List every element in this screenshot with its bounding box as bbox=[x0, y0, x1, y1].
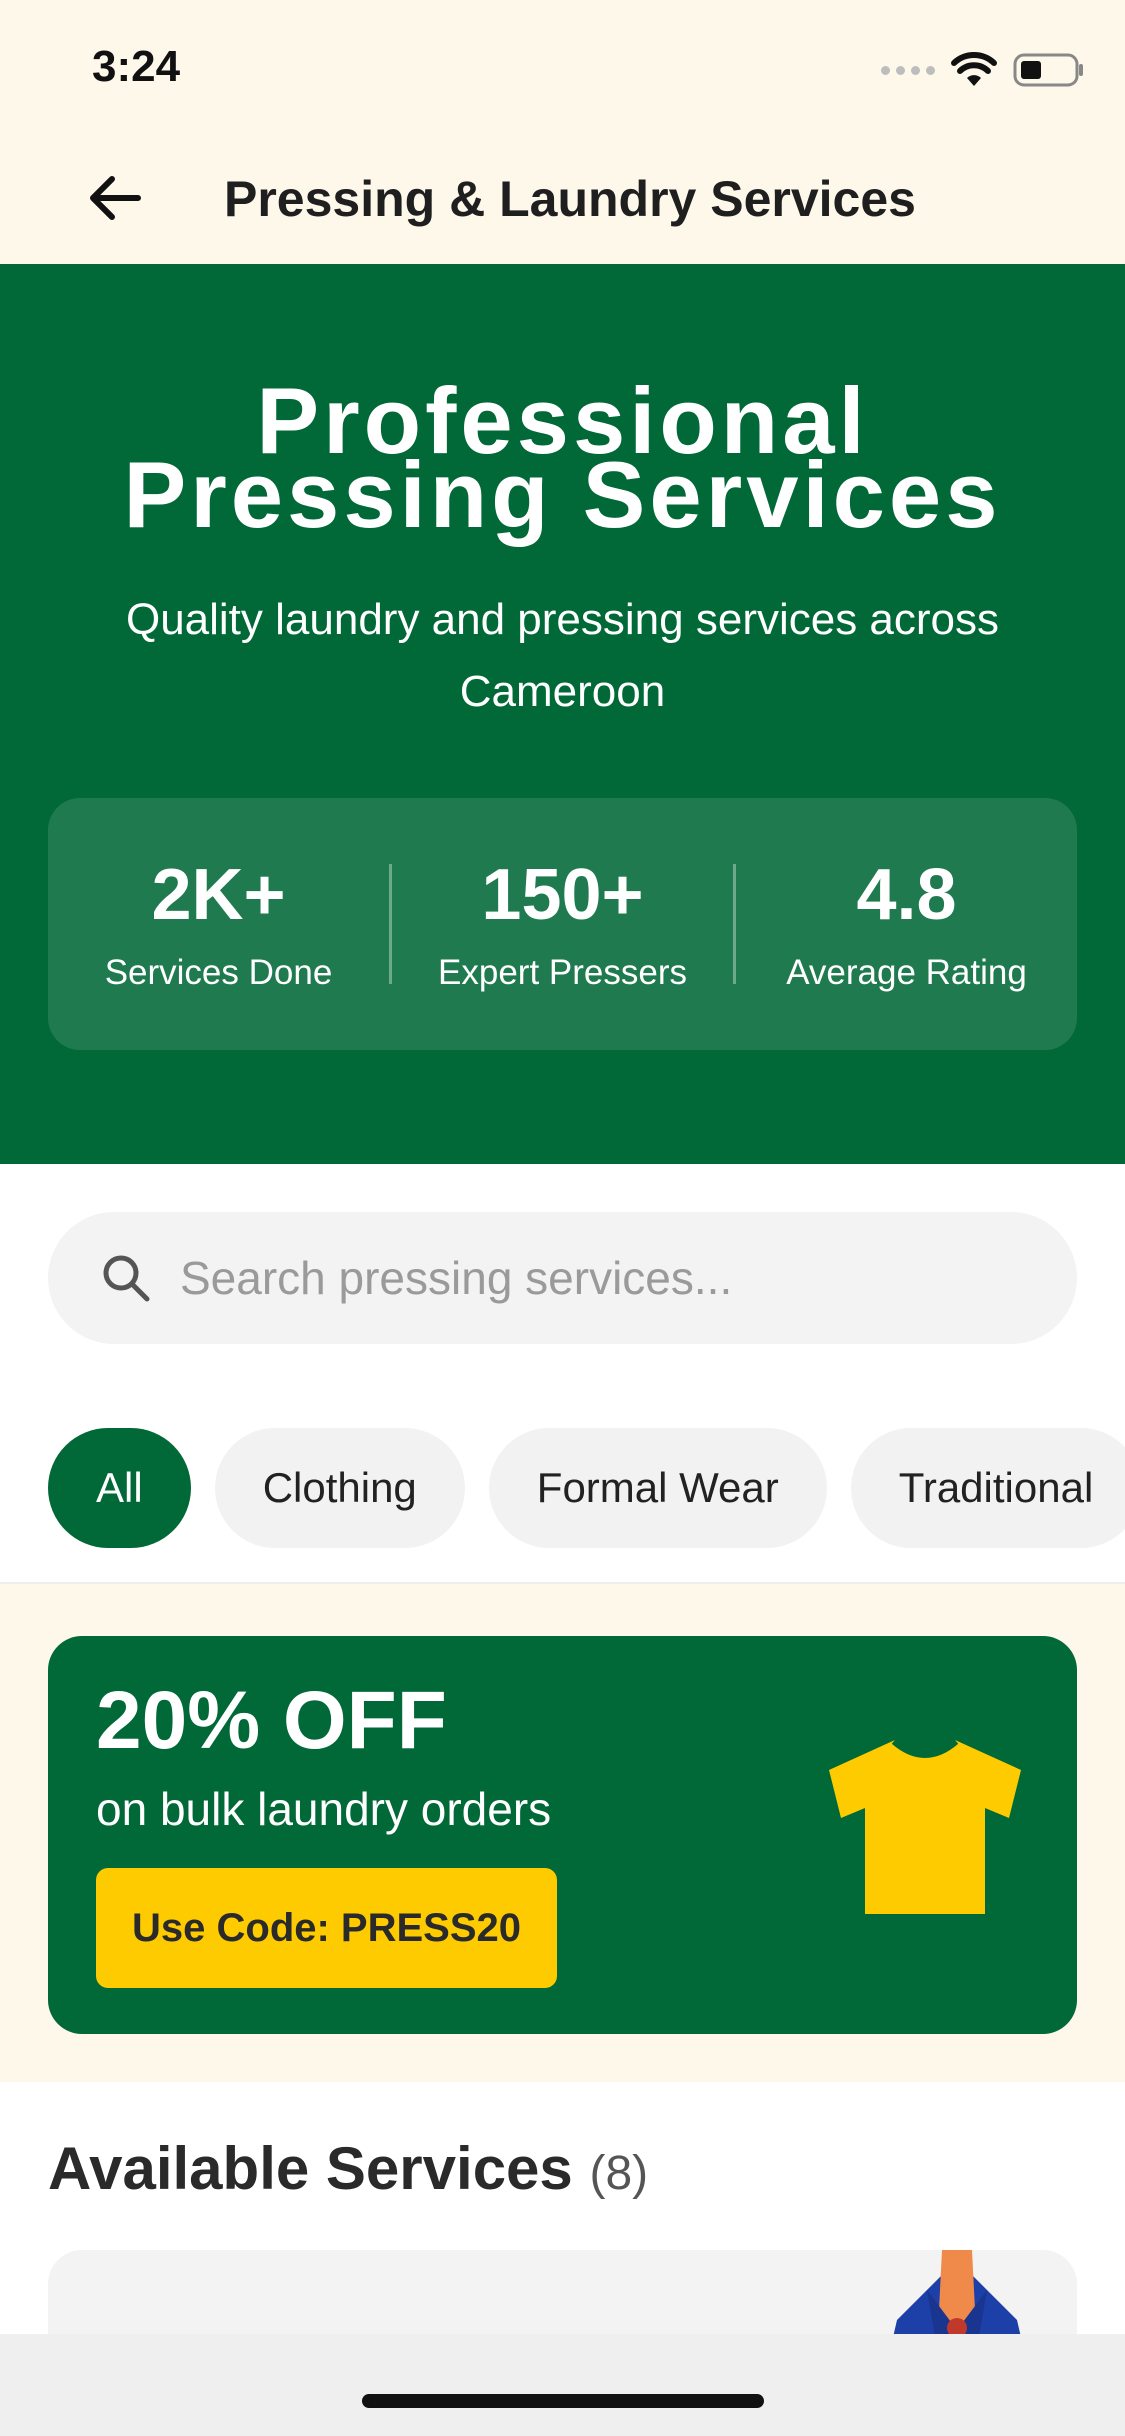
stat-label: Expert Pressers bbox=[438, 953, 687, 992]
promo-code-button[interactable]: Use Code: PRESS20 bbox=[96, 1868, 558, 1988]
nav-header: Pressing & Laundry Services bbox=[0, 132, 1125, 264]
services-count: (8) bbox=[589, 2147, 649, 2200]
promo-title: 20% OFF bbox=[96, 1675, 447, 1766]
services-heading-label: Available Services bbox=[48, 2135, 573, 2202]
stat-average-rating: 4.8 Average Rating bbox=[736, 855, 1077, 993]
status-icons bbox=[881, 50, 1085, 90]
wifi-icon bbox=[951, 52, 997, 86]
page-title: Pressing & Laundry Services bbox=[224, 171, 916, 227]
stat-label: Average Rating bbox=[786, 953, 1027, 992]
home-indicator[interactable] bbox=[362, 2394, 764, 2408]
status-time: 3:24 bbox=[92, 42, 181, 91]
cellular-signal-icon bbox=[881, 65, 935, 75]
search-section: All Clothing Formal Wear Traditional bbox=[0, 1164, 1125, 1584]
search-input[interactable] bbox=[180, 1251, 1030, 1305]
stat-value: 4.8 bbox=[856, 855, 957, 935]
arrow-left-icon bbox=[90, 176, 141, 220]
promo-card[interactable]: 20% OFF on bulk laundry orders Use Code:… bbox=[48, 1636, 1077, 2034]
status-bar: 3:24 bbox=[0, 0, 1125, 132]
hero-subtitle: Quality laundry and pressing services ac… bbox=[125, 595, 1000, 716]
stat-value: 2K+ bbox=[151, 855, 286, 935]
stats-card: 2K+ Services Done 150+ Expert Pressers 4… bbox=[48, 798, 1077, 1050]
tshirt-icon bbox=[829, 1736, 1021, 1914]
back-button[interactable] bbox=[78, 162, 150, 234]
stat-value: 150+ bbox=[481, 855, 644, 935]
promo-subtitle: on bulk laundry orders bbox=[96, 1783, 552, 1835]
category-chip-traditional[interactable]: Traditional bbox=[850, 1428, 1125, 1548]
battery-icon bbox=[1013, 53, 1083, 87]
hero-banner: Professional Pressing Services Quality l… bbox=[0, 264, 1125, 1164]
hero-title: Professional Pressing Services bbox=[0, 374, 1125, 547]
promo-section: 20% OFF on bulk laundry orders Use Code:… bbox=[0, 1584, 1125, 2082]
section-heading: Available Services (8) bbox=[48, 2134, 648, 2203]
hero-title-line2: Pressing Services bbox=[123, 442, 1002, 547]
category-chip-all[interactable]: All bbox=[48, 1428, 191, 1548]
category-chip-clothing[interactable]: Clothing bbox=[214, 1428, 465, 1548]
category-chip-formal-wear[interactable]: Formal Wear bbox=[488, 1428, 827, 1548]
app-screen: 3:24 Pressing & Laundry Services Profess… bbox=[0, 0, 1125, 2436]
stat-expert-pressers: 150+ Expert Pressers bbox=[392, 855, 733, 993]
home-indicator-area bbox=[0, 2334, 1125, 2436]
stat-label: Services Done bbox=[104, 953, 333, 992]
category-chips: All Clothing Formal Wear Traditional bbox=[48, 1428, 1125, 1548]
stat-services-done: 2K+ Services Done bbox=[48, 855, 389, 993]
search-bar[interactable] bbox=[48, 1212, 1077, 1344]
search-icon bbox=[103, 1255, 150, 1302]
